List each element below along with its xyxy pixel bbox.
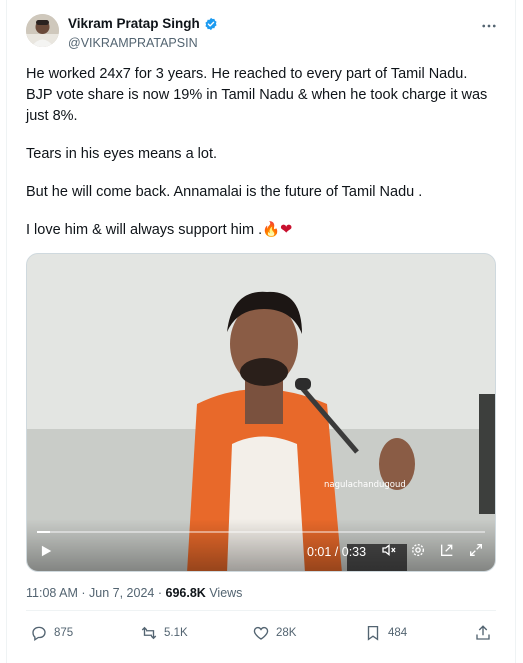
repost-count: 5.1K: [164, 627, 188, 639]
ellipsis-icon: [482, 24, 496, 28]
tweet-paragraph: He worked 24x7 for 3 years. He reached t…: [26, 66, 488, 124]
heart-icon: [253, 626, 269, 640]
tweet-timestamp[interactable]: 11:08 AM · Jun 7, 2024 · 696.8K Views: [26, 586, 242, 600]
reply-count: 875: [54, 627, 74, 639]
author-display-name[interactable]: Vikram Pratap Singh: [68, 16, 200, 31]
play-icon: [41, 545, 52, 557]
like-count: 28K: [276, 627, 297, 639]
video-controls: 0:01 / 0:33: [27, 519, 495, 571]
separator: ·: [81, 586, 86, 600]
video-time: 0:01 / 0:33: [307, 545, 367, 559]
settings-button[interactable]: [410, 542, 426, 561]
reply-icon: [32, 626, 46, 642]
author-handle[interactable]: @VIKRAMPRATAPSIN: [68, 36, 218, 50]
fullscreen-button[interactable]: [468, 542, 484, 561]
share-button[interactable]: [474, 624, 492, 642]
tweet-paragraph: I love him & will always support him .: [26, 222, 263, 238]
play-button[interactable]: [39, 544, 53, 561]
date-text[interactable]: Jun 7, 2024: [89, 586, 154, 600]
views-label: Views: [209, 586, 243, 600]
pip-button[interactable]: [439, 542, 455, 561]
verified-badge-icon: [205, 17, 217, 30]
video-watermark: nagulachandugoud: [324, 480, 406, 490]
author-display-name-row[interactable]: Vikram Pratap Singh: [68, 16, 218, 31]
like-button[interactable]: 28K: [252, 624, 296, 642]
author-names: Vikram Pratap Singh @VIKRAMPRATAPSIN: [68, 15, 218, 50]
picture-in-picture-icon: [441, 544, 453, 556]
video-player[interactable]: nagulachandugoud 0:01 / 0:33: [26, 253, 496, 572]
volume-muted-icon: [382, 543, 396, 557]
action-bar: 875 5.1K 28K 484: [26, 624, 496, 648]
person-avatar-icon: [26, 14, 59, 47]
bookmark-icon: [367, 625, 379, 641]
more-options-icon[interactable]: [480, 17, 498, 40]
repost-button[interactable]: 5.1K: [140, 624, 188, 642]
repost-icon: [141, 626, 157, 640]
divider: [26, 610, 496, 611]
mute-button[interactable]: [381, 542, 397, 561]
share-icon: [476, 625, 490, 640]
tweet-text: He worked 24x7 for 3 years. He reached t…: [26, 64, 496, 258]
bookmark-button[interactable]: 484: [364, 624, 407, 642]
expand-icon: [470, 544, 482, 556]
bookmark-count: 484: [388, 627, 408, 639]
progress-fill: [37, 531, 51, 533]
tweet-paragraph: But he will come back. Annamalai is the …: [26, 184, 423, 200]
tweet-header: Vikram Pratap Singh @VIKRAMPRATAPSIN: [26, 14, 506, 54]
gear-icon: [412, 544, 424, 556]
reply-button[interactable]: 875: [30, 624, 73, 642]
heart-emoji: ❤: [280, 222, 293, 238]
time-text[interactable]: 11:08 AM: [26, 586, 78, 600]
progress-track[interactable]: [37, 531, 485, 533]
tweet-paragraph: Tears in his eyes means a lot.: [26, 146, 218, 162]
avatar[interactable]: [26, 14, 59, 47]
views-count: 696.8K: [165, 586, 206, 600]
tweet-paragraph-last: I love him & will always support him .🔥❤: [26, 220, 496, 241]
fire-emoji: 🔥: [262, 222, 281, 238]
separator: ·: [157, 586, 163, 600]
